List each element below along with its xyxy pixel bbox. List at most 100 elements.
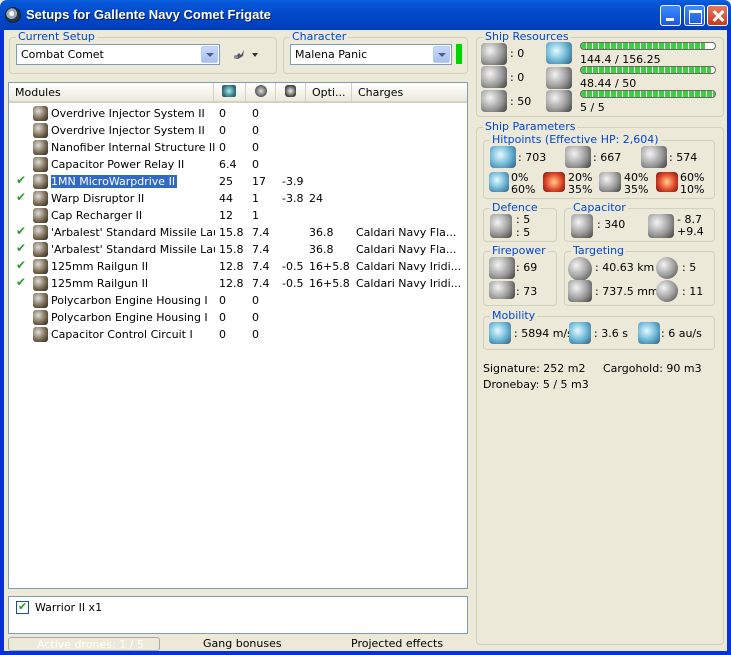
setup-tools-dropdown-icon[interactable] [252,53,258,57]
maximize-button[interactable] [684,5,705,26]
module-stat-cell: 15.8 [219,226,244,239]
align-time-value: : 3.6 s [594,327,628,340]
module-row[interactable]: Nanofiber Internal Structure II 0 0 [9,139,467,156]
module-row[interactable]: ✔ 1MN MicroWarpdrive II 25 17 -3.9 [9,173,467,190]
module-row[interactable]: ✔ 125mm Railgun II 12.8 7.4 -0.5 16+5.8 Caldar… [9,275,467,292]
module-row[interactable]: Polycarbon Engine Housing I 0 0 [9,292,467,309]
module-icon [33,191,48,206]
column-header-power[interactable] [246,83,276,101]
projected-effects-link[interactable]: Projected effects [351,637,443,650]
turret-damage-icon [489,257,515,279]
modules-list-header: Modules Opti... Charges [9,83,467,103]
power-grid-icon [546,67,572,89]
module-row[interactable]: Capacitor Power Relay II 6.4 0 [9,156,467,173]
setup-tools-icon[interactable] [232,47,246,61]
chevron-down-icon[interactable] [201,46,218,63]
module-stat-cell: 0 [252,311,259,324]
turret-hardpoints-value: : 0 [510,47,525,60]
column-header-optimal[interactable]: Opti... [306,83,352,101]
module-row[interactable]: Overdrive Injector System II 0 0 [9,122,467,139]
cpu-icon [546,42,572,64]
cpu-bar [580,42,716,50]
drone-bandwidth-bar [580,90,716,98]
active-check-icon[interactable]: ✔ [16,241,26,255]
app-icon [5,7,21,23]
max-velocity-value: : 5894 m/s [514,327,573,340]
explosive-resist-armor: 10% [680,183,705,196]
kinetic-resist-icon [599,172,621,192]
setup-select[interactable]: Combat Comet [16,44,220,65]
module-stat-cell: 0 [252,107,259,120]
module-stat-cell: 0 [219,328,226,341]
active-check-icon[interactable]: ✔ [16,224,26,238]
module-row[interactable]: Capacitor Control Circuit I 0 0 [9,326,467,343]
module-icon [33,157,48,172]
module-name: Polycarbon Engine Housing I [51,294,208,307]
module-icon [33,276,48,291]
max-targets-value: : 5 [682,261,697,274]
minimize-button[interactable] [660,5,681,26]
turret-hardpoint-icon [481,43,507,65]
module-stat-cell: 12.8 [219,277,244,290]
module-stat-cell: 0 [219,107,226,120]
module-icon [33,293,48,308]
module-stat-cell: 7.4 [252,243,270,256]
close-button[interactable] [707,5,728,26]
modules-list[interactable]: Modules Opti... Charges Overdrive Inject… [8,82,468,589]
scan-resolution-icon [568,280,592,302]
chevron-down-icon[interactable] [433,46,450,63]
active-check-icon[interactable]: ✔ [16,258,26,272]
hitpoints-title: Hitpoints (Effective HP: 2,604) [490,133,661,146]
character-select[interactable]: Malena Panic [290,44,452,65]
drone-item-label: Warrior II x1 [35,601,103,614]
module-stat-cell: 6.4 [219,158,237,171]
module-row[interactable]: Polycarbon Engine Housing I 0 0 [9,309,467,326]
drones-list[interactable]: Warrior II x1 [8,596,468,634]
armor-icon [565,146,591,168]
module-stat-cell: 0 [219,124,226,137]
module-name: 'Arbalest' Standard Missile Laun... [51,226,215,239]
active-check-icon[interactable]: ✔ [16,190,26,204]
module-stat-cell: 7.4 [252,277,270,290]
active-check-icon[interactable]: ✔ [16,275,26,289]
module-charge-cell: Caldari Navy Fla... [356,243,457,256]
module-row[interactable]: Overdrive Injector System II 0 0 [9,105,467,122]
column-header-modules[interactable]: Modules [9,83,214,101]
signature-value: Signature: 252 m2 [483,362,586,375]
launcher-hardpoint-icon [481,66,507,88]
module-stat-cell: 36.8 [309,226,334,239]
title-bar[interactable]: Setups for Gallente Navy Comet Frigate [0,0,731,30]
shield-hp-value: : 703 [518,151,547,164]
module-row[interactable]: ✔ Warp Disruptor II 44 1 -3.8 24 [9,190,467,207]
missile-damage-icon [489,281,515,299]
module-name: Polycarbon Engine Housing I [51,311,208,324]
column-header-cpu[interactable] [214,83,246,101]
module-row[interactable]: ✔ 'Arbalest' Standard Missile Laun... 15.8… [9,241,467,258]
window-frame-bottom [0,651,731,655]
gang-bonuses-link[interactable]: Gang bonuses [203,637,282,650]
sensor-strength-icon [656,280,678,302]
warp-speed-value: : 6 au/s [661,327,702,340]
module-stat-cell: 0 [252,141,259,154]
module-stat-cell: 0 [252,328,259,341]
drone-bandwidth-icon [546,90,572,112]
module-stat-cell: 1 [252,192,259,205]
module-name: 125mm Railgun II [51,277,149,290]
module-stat-cell: -3.9 [282,175,304,188]
active-check-icon[interactable]: ✔ [16,173,26,187]
defence-title: Defence [490,201,540,214]
module-row[interactable]: ✔ 'Arbalest' Standard Missile Laun... 15.8… [9,224,467,241]
module-stat-cell: 0 [219,294,226,307]
module-stat-cell: -0.5 [282,277,304,290]
window-title: Setups for Gallente Navy Comet Frigate [26,7,271,22]
character-label: Character [290,30,349,43]
setup-select-value: Combat Comet [21,48,104,61]
capacitor-recharge-value: +9.4 [677,225,704,238]
module-row[interactable]: Cap Recharger II 12 1 [9,207,467,224]
drone-checkbox[interactable] [16,600,29,614]
module-row[interactable]: ✔ 125mm Railgun II 12.8 7.4 -0.5 16+5.8 Caldar… [9,258,467,275]
column-header-capacitor[interactable] [276,83,306,101]
ship-parameters-title: Ship Parameters [483,120,578,133]
drone-bandwidth-value: 5 / 5 [580,101,605,114]
column-header-charges[interactable]: Charges [352,83,467,101]
